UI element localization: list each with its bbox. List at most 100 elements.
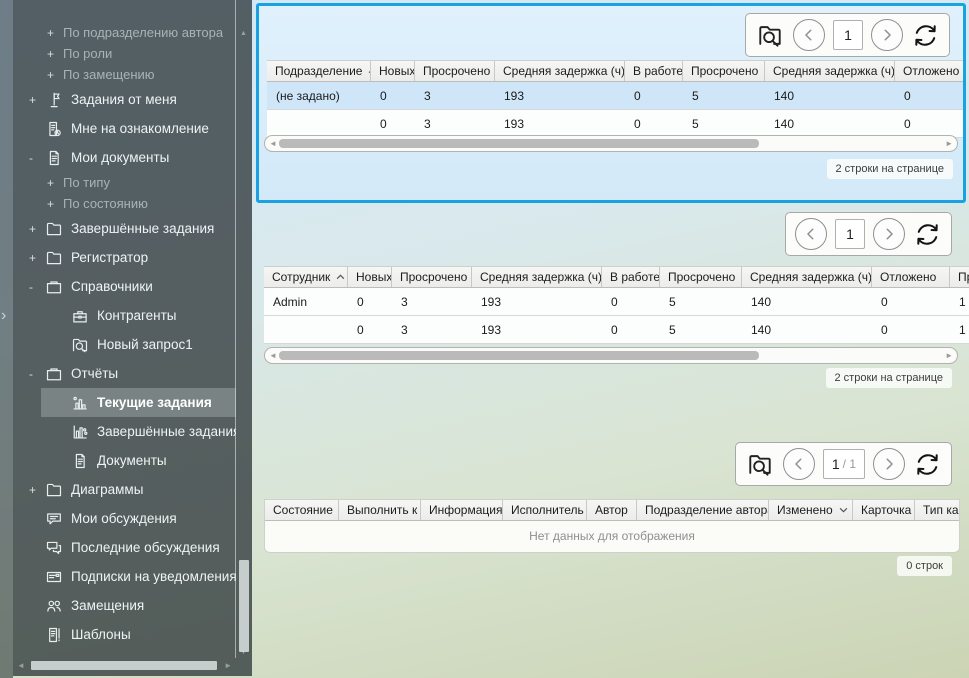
sidebar-item[interactable]: +Регистратор (13, 243, 236, 272)
sidebar-item[interactable]: Мне на ознакомление (13, 114, 236, 143)
table-row[interactable]: 031930514001 (264, 316, 969, 344)
prev-page-button[interactable] (783, 448, 815, 480)
sidebar-item[interactable]: Контрагенты (13, 301, 236, 330)
column-header[interactable]: Подразделение автора (637, 500, 769, 520)
table-horizontal-scrollbar[interactable]: ◄ ► (264, 347, 958, 364)
column-header[interactable]: Средняя задержка (ч) (472, 267, 602, 287)
expander-icon[interactable]: + (29, 222, 45, 236)
column-header[interactable]: Просрочено (950, 267, 969, 287)
expander-icon[interactable]: + (29, 93, 45, 107)
table-row[interactable]: Admin031930514001 (264, 288, 969, 316)
scroll-left-icon[interactable]: ◄ (17, 661, 25, 670)
column-header[interactable]: Тип карточки (915, 500, 960, 520)
next-page-button[interactable] (873, 448, 905, 480)
table-row[interactable]: (не задано)03193051400 (267, 82, 963, 110)
panel-by-department[interactable]: 1 ПодразделениеНовыхПросроченоСредняя за… (256, 3, 966, 203)
scroll-right-icon[interactable]: ► (945, 351, 953, 360)
column-header[interactable]: Просрочено (683, 61, 765, 81)
sidebar-vertical-scrollbar[interactable]: ▲ ▼ (235, 0, 252, 658)
scrollbar-thumb[interactable] (239, 560, 249, 652)
sidebar-item[interactable]: Подписки на уведомления (13, 562, 236, 591)
column-header[interactable]: Изменено (769, 500, 853, 520)
column-header[interactable]: Автор (587, 500, 637, 520)
column-header[interactable]: Подразделение (267, 61, 371, 81)
column-header[interactable]: Просрочено (392, 267, 472, 287)
sidebar-item[interactable]: -Отчёты (13, 359, 236, 388)
table-row[interactable]: 03193051400 (267, 110, 963, 138)
sidebar-item[interactable]: Шаблоны (13, 620, 236, 649)
column-header-label: Просрочено (958, 270, 969, 284)
expand-chevron-icon[interactable]: › (1, 308, 6, 324)
column-header[interactable]: Выполнить к (339, 500, 421, 520)
sidebar-item[interactable]: +По типу (13, 172, 236, 193)
column-header[interactable]: Средняя задержка (ч) (742, 267, 872, 287)
scroll-up-icon[interactable]: ▲ (240, 30, 247, 37)
sidebar-item[interactable]: +По замещению (13, 64, 236, 85)
scroll-right-icon[interactable]: ► (945, 139, 953, 148)
column-header[interactable]: Исполнитель (503, 500, 587, 520)
scrollbar-thumb[interactable] (31, 661, 217, 670)
column-header[interactable]: Карточка (853, 500, 915, 520)
refresh-button[interactable] (913, 220, 942, 249)
sidebar-horizontal-scrollbar[interactable]: ◄ ► (15, 658, 234, 673)
expander-icon[interactable]: + (47, 26, 63, 40)
search-folder-button[interactable] (755, 22, 785, 49)
expander-icon[interactable]: - (29, 367, 45, 381)
expander-icon[interactable]: + (47, 47, 63, 61)
next-page-button[interactable] (871, 19, 903, 51)
sidebar-item[interactable]: +Задания от меня (13, 85, 236, 114)
table-cell: 0 (371, 110, 415, 137)
sidebar-item[interactable]: +По роли (13, 43, 236, 64)
sidebar-item[interactable]: +По подразделению автора (13, 22, 236, 43)
scrollbar-thumb[interactable] (279, 351, 759, 360)
column-header[interactable]: Просрочено (660, 267, 742, 287)
column-header[interactable]: В работе (625, 61, 683, 81)
sidebar-item[interactable]: +Завершённые задания (13, 214, 236, 243)
sidebar-item[interactable]: Мои обсуждения (13, 504, 236, 533)
expander-icon[interactable]: + (47, 197, 63, 211)
column-header[interactable]: Средняя задержка (ч) (765, 61, 895, 81)
page-number-input[interactable]: 1 (835, 219, 865, 249)
next-page-button[interactable] (873, 218, 905, 250)
page-number-input[interactable]: 1 (833, 20, 863, 50)
scroll-left-icon[interactable]: ◄ (269, 351, 277, 360)
panel-collapse-strip[interactable]: › (0, 0, 13, 678)
column-header[interactable]: Сотрудник (264, 267, 348, 287)
refresh-button[interactable] (913, 450, 942, 479)
sidebar-item[interactable]: Новый запрос1 (13, 330, 236, 359)
column-header[interactable]: Информация (421, 500, 503, 520)
sidebar-item[interactable]: Завершённые задания (13, 417, 236, 446)
sidebar-item[interactable]: Последние обсуждения (13, 533, 236, 562)
expander-icon[interactable]: + (29, 483, 45, 497)
prev-page-button[interactable] (795, 218, 827, 250)
sidebar-item[interactable]: +По состоянию (13, 193, 236, 214)
refresh-button[interactable] (911, 21, 940, 50)
column-header[interactable]: Отложено (872, 267, 950, 287)
sidebar-item[interactable]: Текущие задания (41, 388, 236, 417)
column-header[interactable]: Новых (371, 61, 415, 81)
column-header[interactable]: Отложено (895, 61, 963, 81)
page-number-input[interactable]: 1 / 1 (823, 449, 865, 479)
scroll-right-icon[interactable]: ► (224, 661, 232, 670)
scrollbar-thumb[interactable] (279, 139, 759, 148)
scroll-down-icon[interactable]: ▼ (240, 649, 247, 656)
column-header[interactable]: Средняя задержка (ч) (495, 61, 625, 81)
prev-page-button[interactable] (793, 19, 825, 51)
column-header[interactable]: Состояние (265, 500, 339, 520)
expander-icon[interactable]: - (29, 280, 45, 294)
sidebar-item[interactable]: Документы (13, 446, 236, 475)
table-horizontal-scrollbar[interactable]: ◄ ► (264, 135, 958, 152)
column-header[interactable]: В работе (602, 267, 660, 287)
sidebar-item[interactable]: Замещения (13, 591, 236, 620)
sidebar-item[interactable]: -Мои документы (13, 143, 236, 172)
expander-icon[interactable]: + (47, 68, 63, 82)
expander-icon[interactable]: + (29, 251, 45, 265)
search-folder-button[interactable] (745, 451, 775, 478)
sidebar-item[interactable]: +Диаграммы (13, 475, 236, 504)
sidebar-item[interactable]: -Справочники (13, 272, 236, 301)
column-header[interactable]: Просрочено (415, 61, 495, 81)
expander-icon[interactable]: - (29, 151, 45, 165)
expander-icon[interactable]: + (47, 176, 63, 190)
scroll-left-icon[interactable]: ◄ (269, 139, 277, 148)
column-header[interactable]: Новых (348, 267, 392, 287)
